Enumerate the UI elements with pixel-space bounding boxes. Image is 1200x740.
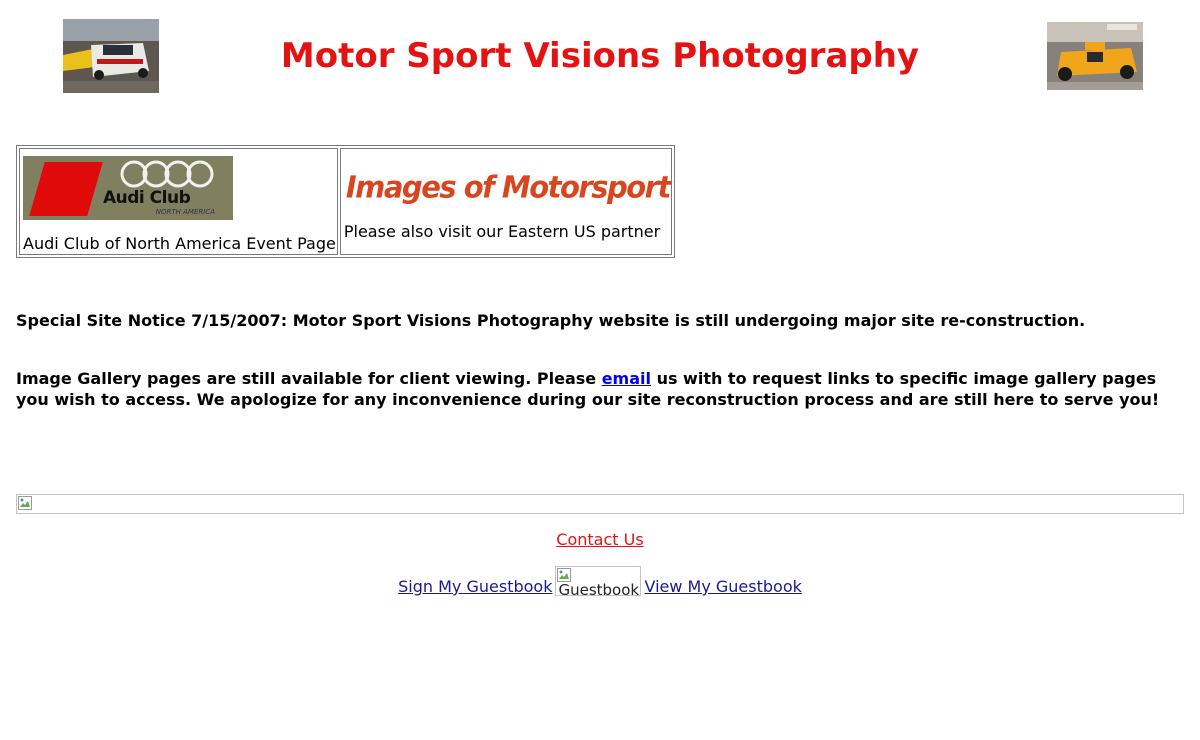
email-link[interactable]: email <box>602 369 651 388</box>
motorsport-partner-cell[interactable]: Images of Motorsport Please also visit o… <box>339 148 672 255</box>
page: Motor Sport Visions Photography Audi Clu… <box>0 0 1200 740</box>
guestbook-image-alt: Guestbook <box>558 581 640 596</box>
images-of-motorsport-logo[interactable]: Images of Motorsport <box>346 169 671 205</box>
guestbook-row: Sign My Guestbook Guestbook View My Guestb… <box>0 566 1200 596</box>
audi-red-parallelogram <box>29 162 103 216</box>
partner-table: Audi Club NORTH AMERICA Audi Club of Nor… <box>16 145 675 258</box>
site-title: Motor Sport Visions Photography <box>280 36 920 76</box>
gallery-notice-text-before: Image Gallery pages are still available … <box>16 369 602 388</box>
banner-image <box>16 494 1184 514</box>
audi-rings-icon <box>120 160 214 188</box>
header-photo-right <box>1047 22 1143 90</box>
contact-us-row: Contact Us <box>0 530 1200 549</box>
broken-image-icon <box>557 568 572 582</box>
guestbook-image[interactable]: Guestbook <box>555 566 642 596</box>
broken-image-icon <box>18 496 32 510</box>
audi-club-logo-subtext: NORTH AMERICA <box>155 208 215 216</box>
race-car-image-right <box>1047 22 1143 90</box>
audi-club-logo-text: Audi Club <box>103 188 191 208</box>
gallery-notice: Image Gallery pages are still available … <box>16 368 1186 410</box>
audi-club-caption: Audi Club of North America Event Page <box>23 234 336 253</box>
view-guestbook-link[interactable]: View My Guestbook <box>644 577 801 596</box>
site-notice: Special Site Notice 7/15/2007: Motor Spo… <box>16 311 1086 330</box>
audi-club-cell[interactable]: Audi Club NORTH AMERICA Audi Club of Nor… <box>19 148 338 255</box>
sign-guestbook-link[interactable]: Sign My Guestbook <box>398 577 552 596</box>
eastern-partner-caption: Please also visit our Eastern US partner <box>343 222 661 241</box>
contact-us-link[interactable]: Contact Us <box>556 530 643 549</box>
audi-club-logo[interactable]: Audi Club NORTH AMERICA <box>23 156 233 220</box>
